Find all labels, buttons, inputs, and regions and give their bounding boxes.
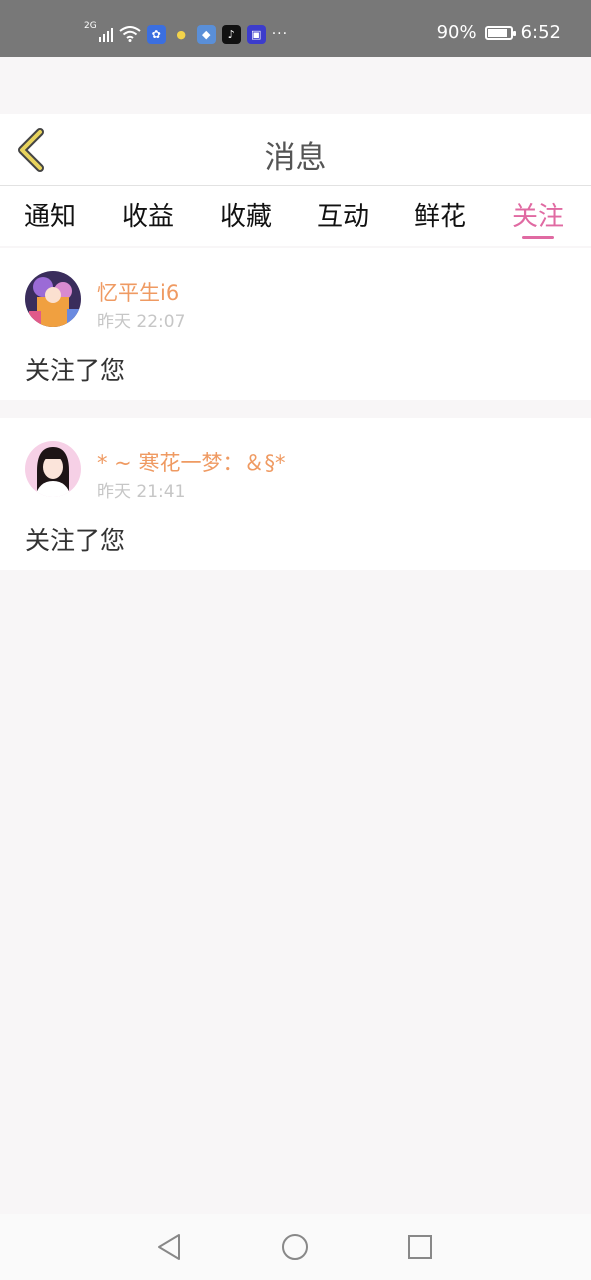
username[interactable]: 忆平生i6 — [97, 277, 179, 307]
more-indicator: ··· — [271, 26, 289, 42]
username[interactable]: * ~ 寒花一梦：＆§* — [97, 447, 285, 477]
tab-bar: 通知 收益 收藏 互动 鲜花 关注 — [0, 186, 591, 246]
clock: 6:52 — [520, 22, 561, 43]
status-right: 90% 6:52 — [437, 22, 561, 43]
notification-item[interactable]: 忆平生i6 昨天 22:07 关注了您 — [0, 248, 591, 400]
header: 消息 — [0, 114, 591, 186]
fish-icon: ◆ — [196, 24, 216, 44]
tab-earnings[interactable]: 收益 — [122, 196, 174, 233]
tiktok-icon: ♪ — [221, 24, 241, 44]
battery-icon — [484, 25, 516, 40]
tab-interaction[interactable]: 互动 — [317, 196, 369, 233]
system-nav-bar — [0, 1214, 591, 1280]
tab-notice[interactable]: 通知 — [24, 196, 76, 233]
home-circle-icon[interactable] — [279, 1231, 311, 1263]
tab-favorites[interactable]: 收藏 — [220, 196, 272, 233]
timestamp: 昨天 21:41 — [97, 482, 186, 502]
timestamp: 昨天 22:07 — [97, 312, 186, 332]
notification-message: 关注了您 — [25, 526, 126, 555]
recents-square-icon[interactable] — [404, 1231, 436, 1263]
avatar[interactable] — [25, 271, 81, 327]
active-tab-indicator — [522, 236, 554, 239]
notification-item[interactable]: * ~ 寒花一梦：＆§* 昨天 21:41 关注了您 — [0, 418, 591, 570]
drama-icon: ▣ — [246, 24, 266, 44]
baidu-icon: ✿ — [146, 24, 166, 44]
page-title: 消息 — [264, 140, 327, 176]
network-type: 2G — [84, 21, 97, 31]
notification-message: 关注了您 — [25, 356, 126, 385]
signal-icon — [98, 26, 113, 42]
back-triangle-icon[interactable] — [153, 1231, 185, 1263]
status-bar: 2G ✿ ● ◆ ♪ ▣ ··· 90% 6:52 — [0, 0, 591, 57]
tab-follow[interactable]: 关注 — [512, 196, 564, 233]
battery-percent: 90% — [436, 22, 477, 43]
status-icons: 2G ✿ ● ◆ ♪ ▣ ··· — [84, 21, 289, 46]
wifi-icon — [119, 26, 141, 42]
lightbulb-icon: ● — [176, 27, 186, 41]
avatar[interactable] — [25, 441, 81, 497]
tab-flowers[interactable]: 鲜花 — [414, 196, 466, 233]
